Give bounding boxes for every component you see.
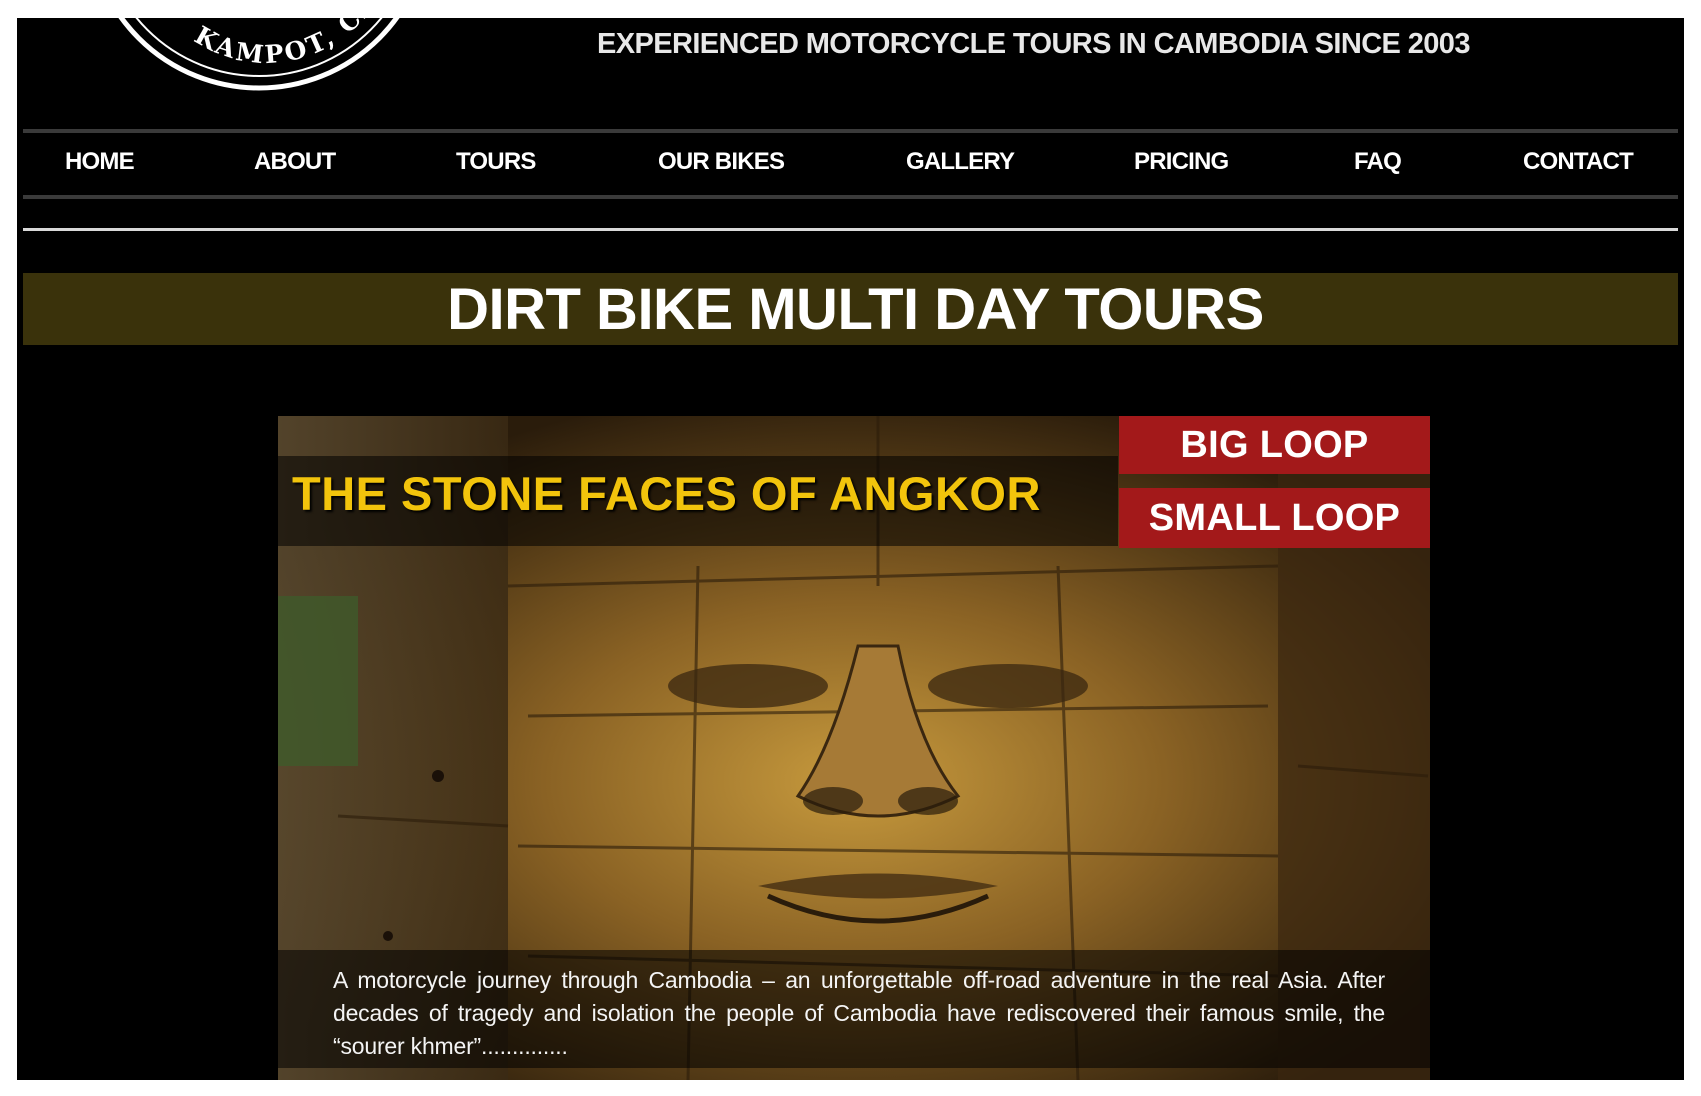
page-banner: DIRT BIKE MULTI DAY TOURS xyxy=(23,273,1678,345)
nav-divider-bottom xyxy=(23,195,1678,199)
nav-item-gallery[interactable]: GALLERY xyxy=(906,148,1015,176)
site-tagline: EXPERIENCED MOTORCYCLE TOURS IN CAMBODIA… xyxy=(597,28,1470,60)
nav-item-tours[interactable]: TOURS xyxy=(456,148,536,176)
nav-item-pricing[interactable]: PRICING xyxy=(1134,148,1229,176)
hero-title: THE STONE FACES OF ANGKOR xyxy=(292,467,1041,520)
page-title: DIRT BIKE MULTI DAY TOURS xyxy=(447,276,1264,342)
nav-item-contact[interactable]: CONTACT xyxy=(1523,148,1634,176)
header-separator xyxy=(23,228,1678,231)
nav-item-faq[interactable]: FAQ xyxy=(1354,148,1402,176)
small-loop-button[interactable]: SMALL LOOP xyxy=(1119,488,1430,548)
nav-item-about[interactable]: ABOUT xyxy=(254,148,336,176)
nav-item-our-bikes[interactable]: OUR BIKES xyxy=(658,148,785,176)
page-frame: KAMPOT, CAMBO EXPERIENCED MOTORCYCLE TOU… xyxy=(17,18,1684,1080)
tour-hero[interactable]: THE STONE FACES OF ANGKOR BIG LOOP SMALL… xyxy=(278,416,1430,1080)
nav-item-home[interactable]: HOME xyxy=(65,148,135,176)
tour-description: A motorcycle journey through Cambodia – … xyxy=(333,967,1385,1059)
site-logo[interactable]: KAMPOT, CAMBO xyxy=(64,18,439,108)
big-loop-button[interactable]: BIG LOOP xyxy=(1119,416,1430,474)
main-nav: HOME ABOUT TOURS OUR BIKES GALLERY PRICI… xyxy=(17,133,1684,195)
